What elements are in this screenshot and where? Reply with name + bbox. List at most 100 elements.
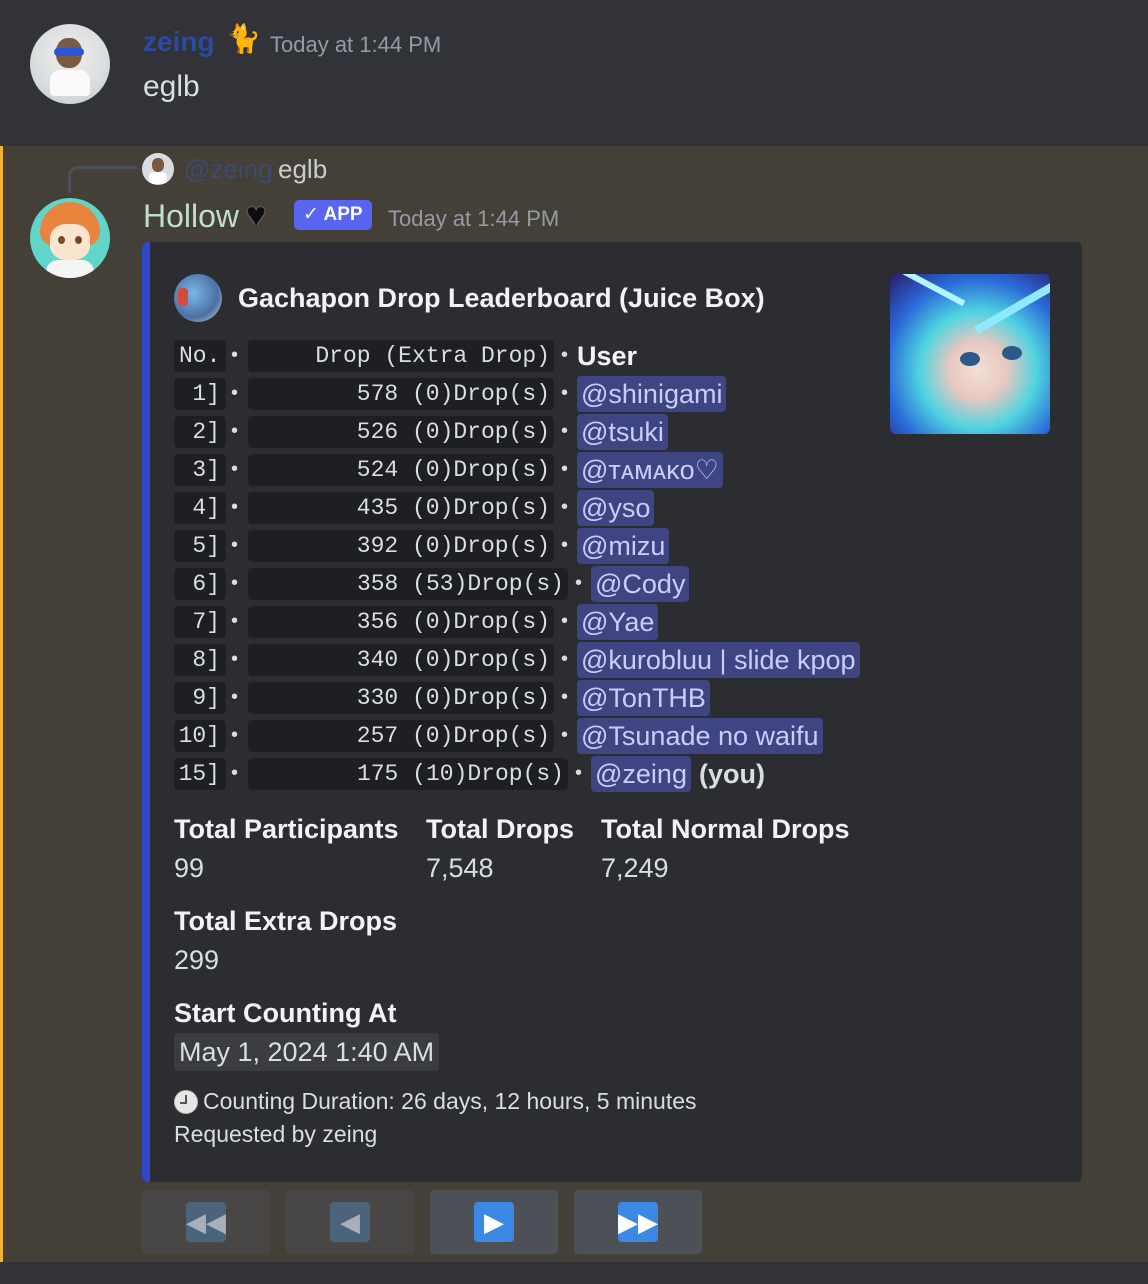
- left-arrow-icon: ◀: [330, 1202, 370, 1242]
- avatar-body: [50, 70, 90, 96]
- app-badge: ✓ APP: [294, 200, 372, 230]
- juice-box-icon-tag: [178, 288, 188, 306]
- avatar-body: [46, 260, 94, 278]
- prev-page-button[interactable]: ◀: [286, 1190, 414, 1254]
- message-text: eglb: [143, 70, 200, 103]
- separator-dot: •: [561, 534, 569, 556]
- separator-dot: •: [561, 686, 569, 708]
- leaderboard-row: 5] • 392 (0)Drop(s) • @mizu: [174, 528, 874, 568]
- separator-dot: •: [231, 420, 239, 442]
- right-arrow-icon: ▶: [474, 1202, 514, 1242]
- user-mention[interactable]: @zeing: [591, 756, 691, 792]
- field-start-counting-value[interactable]: May 1, 2024 1:40 AM: [174, 1033, 440, 1071]
- separator-dot: •: [231, 648, 239, 670]
- leaderboard-row: 8] • 340 (0)Drop(s) • @kurobluu | slide kpop: [174, 642, 874, 682]
- leaderboard-row: 10] • 257 (0)Drop(s) • @Tsunade no waifu: [174, 718, 874, 758]
- message-zeing: zeing 🐈 Today at 1:44 PM eglb: [0, 0, 1148, 146]
- row-rank: 1]: [174, 378, 226, 410]
- row-drops: 257 (0)Drop(s): [248, 720, 554, 752]
- thumbnail-streak: [900, 274, 966, 307]
- separator-dot: •: [575, 762, 583, 784]
- separator-dot: •: [561, 344, 569, 366]
- row-rank: 8]: [174, 644, 226, 676]
- separator-dot: •: [561, 610, 569, 632]
- avatar-hollow[interactable]: [30, 198, 110, 278]
- user-mention[interactable]: @kurobluu | slide kpop: [577, 642, 860, 678]
- leaderboard-header: No. • Drop (Extra Drop) • User: [174, 340, 874, 378]
- row-drops: 435 (0)Drop(s): [248, 492, 554, 524]
- user-mention[interactable]: @Tsunade no waifu: [577, 718, 823, 754]
- channel-background: [0, 1262, 1148, 1284]
- field-total-participants-value: 99: [174, 853, 205, 883]
- separator-dot: •: [561, 382, 569, 404]
- row-drops: 358 (53)Drop(s): [248, 568, 568, 600]
- timestamp: Today at 1:44 PM: [270, 32, 442, 57]
- row-drops: 356 (0)Drop(s): [248, 606, 554, 638]
- user-mention[interactable]: @shinigami: [577, 376, 727, 412]
- last-page-button[interactable]: ▶▶: [574, 1190, 702, 1254]
- separator-dot: •: [561, 420, 569, 442]
- user-mention[interactable]: @tsuki: [577, 414, 668, 450]
- reply-username[interactable]: @zeing: [184, 154, 273, 185]
- row-rank: 9]: [174, 682, 226, 714]
- separator-dot: •: [231, 458, 239, 480]
- separator-dot: •: [561, 458, 569, 480]
- field-total-extra-drops-value: 299: [174, 945, 220, 975]
- reply-avatar-body: [149, 172, 167, 184]
- leaderboard-row: 15] • 175 (10)Drop(s) • @zeing (you): [174, 756, 874, 796]
- reply-avatar-face: [152, 158, 164, 172]
- user-mention[interactable]: @TonTHB: [577, 680, 710, 716]
- field-start-counting-name: Start Counting At: [174, 998, 397, 1028]
- username-hollow[interactable]: Hollow: [143, 198, 239, 235]
- separator-dot: •: [561, 496, 569, 518]
- app-badge-label: APP: [323, 204, 363, 225]
- row-rank: 6]: [174, 568, 226, 600]
- avatar-sunglasses: [54, 48, 84, 56]
- reply-connector: [68, 166, 137, 193]
- row-drops: 392 (0)Drop(s): [248, 530, 554, 562]
- double-left-arrow-icon: ◀◀: [186, 1202, 226, 1242]
- black-heart-icon: ♥: [246, 196, 267, 234]
- mention-highlight-bar: [0, 146, 3, 1262]
- reply-avatar[interactable]: [142, 153, 174, 185]
- avatar-zeing[interactable]: [30, 24, 110, 104]
- row-rank: 15]: [174, 758, 226, 790]
- separator-dot: •: [231, 610, 239, 632]
- row-rank: 2]: [174, 416, 226, 448]
- embed-thumbnail[interactable]: [890, 274, 1050, 434]
- embed-color-bar: [142, 242, 150, 1182]
- next-page-button[interactable]: ▶: [430, 1190, 558, 1254]
- row-rank: 4]: [174, 492, 226, 524]
- user-mention[interactable]: @Yae: [577, 604, 659, 640]
- field-total-drops-name: Total Drops: [426, 814, 574, 844]
- user-mention[interactable]: @yso: [577, 490, 655, 526]
- separator-dot: •: [231, 344, 239, 366]
- row-drops: 526 (0)Drop(s): [248, 416, 554, 448]
- field-total-extra-drops-name: Total Extra Drops: [174, 906, 398, 936]
- username-zeing[interactable]: zeing: [143, 26, 215, 58]
- reply-text[interactable]: eglb: [278, 154, 327, 185]
- user-mention[interactable]: @ᴛᴀᴍᴀᴋᴏ♡: [577, 452, 723, 488]
- user-mention[interactable]: @mizu: [577, 528, 670, 564]
- embed-author: Gachapon Drop Leaderboard (Juice Box): [238, 283, 765, 313]
- field-total-normal-drops-name: Total Normal Drops: [601, 814, 850, 844]
- first-page-button[interactable]: ◀◀: [142, 1190, 270, 1254]
- row-drops: 330 (0)Drop(s): [248, 682, 554, 714]
- footer-requested-by: Requested by zeing: [174, 1121, 378, 1147]
- separator-dot: •: [575, 572, 583, 594]
- row-rank: 5]: [174, 530, 226, 562]
- thumbnail-streak: [974, 282, 1050, 334]
- row-drops: 175 (10)Drop(s): [248, 758, 568, 790]
- separator-dot: •: [231, 762, 239, 784]
- checkmark-icon: ✓: [303, 204, 319, 225]
- row-drops: 578 (0)Drop(s): [248, 378, 554, 410]
- row-rank: 10]: [174, 720, 226, 752]
- separator-dot: •: [231, 572, 239, 594]
- leaderboard-row: 7] • 356 (0)Drop(s) • @Yae: [174, 604, 874, 644]
- separator-dot: •: [561, 724, 569, 746]
- footer-duration: Counting Duration: 26 days, 12 hours, 5 …: [203, 1088, 697, 1114]
- field-total-drops-value: 7,548: [426, 853, 494, 883]
- user-mention[interactable]: @Cody: [591, 566, 690, 602]
- field-total-normal-drops-value: 7,249: [601, 853, 669, 883]
- separator-dot: •: [231, 496, 239, 518]
